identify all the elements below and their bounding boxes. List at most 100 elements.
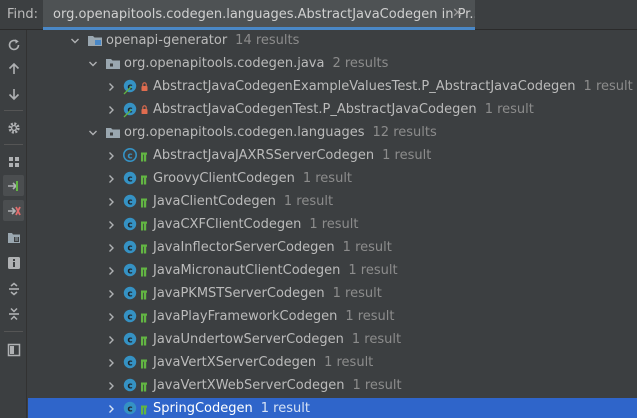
- chevron-right-icon[interactable]: [105, 264, 117, 278]
- svg-text:c: c: [127, 174, 132, 184]
- tree-row-name: org.openapitools.codegen.languages: [124, 125, 365, 140]
- tree-group-row[interactable]: openapi-generator 14 results: [28, 30, 637, 53]
- tree-row-name: JavaCXFClientCodegen: [153, 217, 302, 232]
- chevron-right-icon[interactable]: [105, 195, 117, 209]
- tree-row[interactable]: c GroovyClientCodegen 1 result: [28, 168, 637, 191]
- tree-row[interactable]: c AbstractJavaCodegenExampleValuesTest.P_…: [28, 76, 637, 99]
- find-tool-sidebar: [0, 30, 27, 418]
- info-icon[interactable]: [3, 252, 24, 273]
- result-count: 1 result: [351, 332, 402, 347]
- group-by-icon[interactable]: [3, 151, 24, 172]
- rerun-icon[interactable]: [3, 34, 24, 55]
- tree-row[interactable]: c JavaUndertowServerCodegen 1 result: [28, 329, 637, 352]
- class-icon: c: [123, 194, 149, 210]
- class-icon: c: [123, 378, 149, 394]
- package-icon: [105, 125, 121, 141]
- tree-row-name: JavaPlayFrameworkCodegen: [153, 309, 338, 324]
- chevron-right-icon[interactable]: [105, 149, 117, 163]
- chevron-right-icon[interactable]: [105, 241, 117, 255]
- chevron-right-icon[interactable]: [105, 402, 117, 416]
- class-icon: c: [123, 79, 149, 95]
- chevron-down-icon[interactable]: [87, 57, 99, 71]
- tree-row-name: GroovyClientCodegen: [153, 171, 295, 186]
- chevron-right-icon[interactable]: [105, 287, 117, 301]
- class-icon: c: [123, 309, 149, 325]
- tree-row-name: JavaClientCodegen: [153, 194, 276, 209]
- tree-row[interactable]: c JavaInflectorServerCodegen 1 result: [28, 237, 637, 260]
- svg-text:c: c: [127, 381, 132, 391]
- pin-icon[interactable]: [3, 339, 24, 360]
- toolbar-divider: [4, 331, 23, 332]
- svg-text:c: c: [127, 312, 132, 322]
- tree-row-label: JavaClientCodegen 1 result: [153, 194, 333, 209]
- result-count: 1 result: [260, 401, 310, 416]
- chevron-down-icon[interactable]: [69, 34, 81, 48]
- chevron-right-icon[interactable]: [105, 379, 117, 393]
- tree-row[interactable]: c AbstractJavaCodegenTest.P_AbstractJavaC…: [28, 99, 637, 122]
- tree-row[interactable]: c JavaMicronautClientCodegen 1 result: [28, 260, 637, 283]
- tree-group-row[interactable]: org.openapitools.codegen.languages 12 res…: [28, 122, 637, 145]
- svg-text:c: c: [127, 266, 132, 276]
- result-count: 1 result: [332, 286, 382, 301]
- tree-row-name: JavaMicronautClientCodegen: [153, 263, 341, 278]
- svg-text:c: c: [127, 243, 132, 253]
- tree-row[interactable]: c JavaVertXWebServerCodegen 1 result: [28, 375, 637, 398]
- next-occurrence-icon[interactable]: [3, 83, 24, 104]
- class-icon: c: [123, 171, 149, 187]
- find-tab-title: org.openapitools.codegen.languages.Abstr…: [53, 7, 475, 22]
- tree-row-label: AbstractJavaCodegenExampleValuesTest.P_A…: [153, 79, 633, 94]
- tree-row-label: GroovyClientCodegen 1 result: [153, 171, 352, 186]
- toolbar-divider: [4, 144, 23, 145]
- chevron-right-icon[interactable]: [105, 80, 117, 94]
- expand-all-icon[interactable]: [3, 278, 24, 299]
- result-count: 1 result: [342, 240, 392, 255]
- tree-row-label: openapi-generator 14 results: [106, 33, 299, 48]
- class-icon: c: [123, 240, 149, 256]
- tree-row-name: JavaVertXWebServerCodegen: [153, 378, 345, 393]
- toolbar-divider: [4, 110, 23, 111]
- result-count: 1 result: [484, 102, 534, 117]
- tree-row[interactable]: c JavaCXFClientCodegen 1 result: [28, 214, 637, 237]
- tree-row-label: AbstractJavaJAXRSServerCodegen 1 result: [153, 148, 431, 163]
- tree-row[interactable]: c AbstractJavaJAXRSServerCodegen 1 result: [28, 145, 637, 168]
- chevron-right-icon[interactable]: [105, 310, 117, 324]
- chevron-down-icon[interactable]: [87, 126, 99, 140]
- result-count: 1 result: [348, 263, 398, 278]
- preview-icon[interactable]: [3, 227, 24, 248]
- tree-row[interactable]: c JavaPKMSTServerCodegen 1 result: [28, 283, 637, 306]
- chevron-right-icon[interactable]: [105, 333, 117, 347]
- tree-row[interactable]: c JavaPlayFrameworkCodegen 1 result: [28, 306, 637, 329]
- find-results-tab[interactable]: org.openapitools.codegen.languages.Abstr…: [43, 0, 475, 30]
- close-tab-icon[interactable]: ✕: [452, 6, 463, 21]
- tree-row-label: JavaPlayFrameworkCodegen 1 result: [153, 309, 395, 324]
- tree-group-row[interactable]: org.openapitools.codegen.java 2 results: [28, 53, 637, 76]
- tree-row-name: JavaVertXServerCodegen: [153, 355, 317, 370]
- tree-row-label: org.openapitools.codegen.languages 12 res…: [124, 125, 437, 140]
- collapse-all-icon[interactable]: [3, 303, 24, 324]
- result-count: 12 results: [372, 125, 437, 140]
- tree-row[interactable]: c JavaVertXServerCodegen 1 result: [28, 352, 637, 375]
- result-count: 1 result: [309, 217, 359, 232]
- chevron-right-icon[interactable]: [105, 172, 117, 186]
- navigate-from-source-icon[interactable]: [3, 175, 24, 196]
- tree-row[interactable]: c JavaClientCodegen 1 result: [28, 191, 637, 214]
- tree-row-name: openapi-generator: [106, 33, 228, 48]
- chevron-right-icon[interactable]: [105, 218, 117, 232]
- tree-row[interactable]: c SpringCodegen 1 result: [28, 398, 637, 418]
- chevron-right-icon[interactable]: [105, 103, 117, 117]
- find-results-tree: openapi-generator 14 results org.openapito…: [28, 30, 637, 418]
- tree-row-label: JavaPKMSTServerCodegen 1 result: [153, 286, 382, 301]
- settings-icon[interactable]: [3, 117, 24, 138]
- tree-row-label: JavaUndertowServerCodegen 1 result: [153, 332, 401, 347]
- tree-row-name: AbstractJavaJAXRSServerCodegen: [153, 148, 375, 163]
- tree-row-name: JavaUndertowServerCodegen: [153, 332, 344, 347]
- previous-occurrence-icon[interactable]: [3, 58, 24, 79]
- svg-text:c: c: [127, 197, 132, 207]
- class-icon: c: [123, 332, 149, 348]
- navigate-to-source-icon[interactable]: [3, 200, 24, 221]
- find-label: Find:: [7, 7, 39, 22]
- result-count: 1 result: [352, 378, 402, 393]
- class-icon: c: [123, 286, 149, 302]
- tree-row-name: SpringCodegen: [153, 401, 253, 416]
- chevron-right-icon[interactable]: [105, 356, 117, 370]
